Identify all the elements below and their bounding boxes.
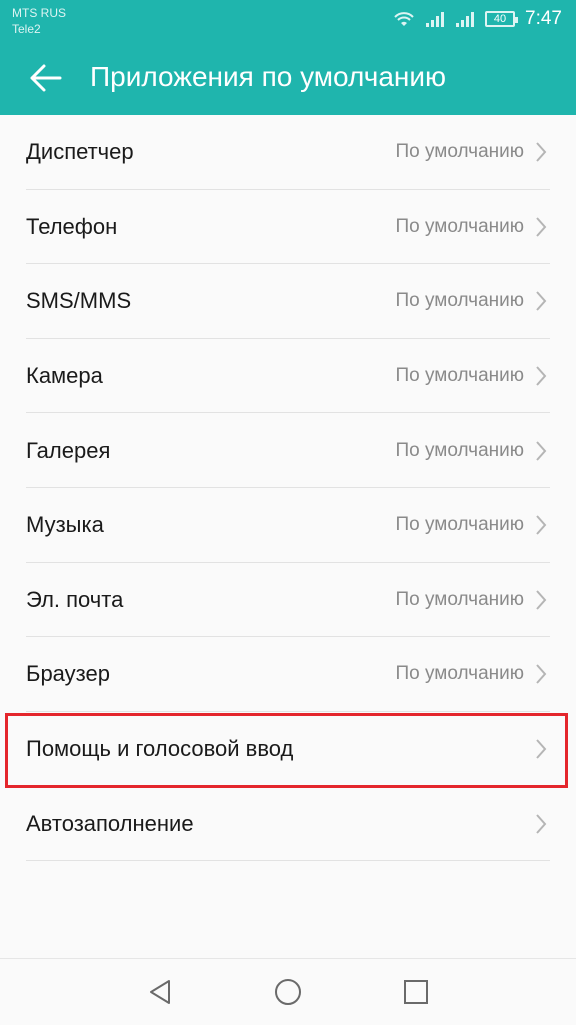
divider [26,859,550,861]
chevron-right-icon [536,366,547,386]
carrier-info: MTS RUS Tele2 [12,5,66,37]
list-item-email[interactable]: Эл. почта По умолчанию [0,563,576,638]
app-bar: MTS RUS Tele2 40 7:47 Приложения по умол… [0,0,576,115]
clock: 7:47 [525,8,562,29]
battery-icon: 40 [485,11,519,27]
list-item-label: Галерея [26,437,111,463]
carrier-1: MTS RUS [12,6,66,20]
list-item-label: Камера [26,363,103,389]
list-item-phone[interactable]: Телефон По умолчанию [0,190,576,265]
chevron-right-icon [536,739,547,759]
chevron-right-icon [536,217,547,237]
list-item-label: Диспетчер [26,139,134,165]
navigation-bar [0,958,576,1025]
list-item-label: Автозаполнение [26,810,194,836]
list-item-value: По умолчанию [395,365,525,387]
list-item-value: По умолчанию [395,514,525,536]
list-item-sms[interactable]: SMS/MMS По умолчанию [0,264,576,339]
chevron-right-icon [536,664,547,685]
arrow-left-icon[interactable] [26,58,66,98]
signal-icon-2 [456,12,475,27]
triangle-back-icon[interactable] [145,977,175,1007]
list-item-camera[interactable]: Камера По умолчанию [0,339,576,414]
list-item-label: Браузер [26,661,110,687]
list-item-label: Помощь и голосовой ввод [26,736,294,762]
list-item-gallery[interactable]: Галерея По умолчанию [0,413,576,488]
list-item-label: Телефон [26,213,118,239]
chevron-right-icon [536,441,547,461]
square-recents-icon[interactable] [401,977,431,1007]
list-item-value: По умолчанию [395,141,525,163]
list-item-browser[interactable]: Браузер По умолчанию [0,637,576,712]
chevron-right-icon [536,142,547,162]
list-item-label: Эл. почта [26,586,124,612]
battery-level: 40 [493,13,507,25]
list-item-value: По умолчанию [395,290,525,312]
list-item-value: По умолчанию [395,588,525,610]
carrier-2: Tele2 [12,22,41,36]
list-item-value: По умолчанию [395,663,525,685]
list-item-label: Музыка [26,512,104,538]
wifi-icon [394,12,414,26]
list-item-label: SMS/MMS [26,288,132,314]
list-item-music[interactable]: Музыка По умолчанию [0,488,576,563]
status-icons: 40 7:47 [393,6,562,32]
list-item-value: По умолчанию [395,215,525,237]
list-item-autofill[interactable]: Автозаполнение [0,786,576,861]
chevron-right-icon [536,590,547,610]
chevron-right-icon [536,515,547,535]
list-item-voice-input[interactable]: Помощь и голосовой ввод [0,712,576,787]
chevron-right-icon [536,291,547,312]
circle-home-icon[interactable] [273,977,303,1007]
chevron-right-icon [536,813,547,834]
signal-icon-1 [426,12,445,27]
list-item-value: По умолчанию [395,439,525,461]
list-item-dispatcher[interactable]: Диспетчер По умолчанию [0,115,576,190]
default-apps-list: Диспетчер По умолчанию Телефон По умолча… [0,115,576,861]
page-title: Приложения по умолчанию [90,61,446,92]
